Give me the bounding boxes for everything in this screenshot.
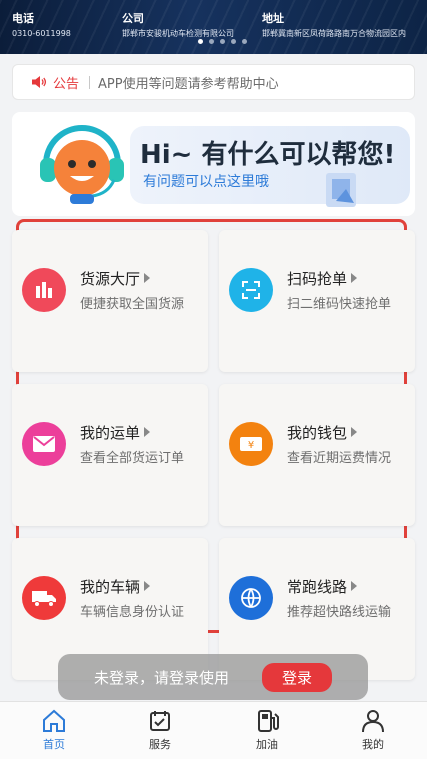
tab-label: 服务: [149, 738, 171, 751]
service-title: 我的车辆: [80, 576, 151, 597]
announcement-text[interactable]: APP使用等问题请参考帮助中心: [98, 73, 279, 92]
service-title: 扫码抢单: [287, 268, 358, 289]
envelope-icon: [22, 422, 66, 466]
address-label: 地址: [262, 12, 284, 25]
help-illustration-icon: [326, 173, 356, 207]
carousel-dot[interactable]: [209, 39, 214, 44]
user-icon: [362, 710, 384, 733]
service-subtitle: 扫二维码快速抢单: [287, 297, 392, 312]
scan-icon: [229, 268, 273, 312]
service-title: 货源大厅: [80, 268, 151, 289]
service-title: 我的运单: [80, 422, 151, 443]
phone-value: 0310-6011998: [12, 29, 71, 38]
tab-label: 我的: [362, 738, 384, 751]
service-subtitle: 便捷获取全国货源: [80, 297, 185, 312]
carousel-dot[interactable]: [198, 39, 203, 44]
tab-service[interactable]: 服务: [130, 708, 190, 752]
service-subtitle: 查看近期运费情况: [287, 451, 392, 466]
help-title: Hi~ 有什么可以帮您!: [140, 140, 396, 170]
cargo-hall-icon: [22, 268, 66, 312]
announcement-bar[interactable]: 公告 APP使用等问题请参考帮助中心: [12, 64, 415, 100]
service-card-scan-order[interactable]: 扫码抢单 扫二维码快速抢单: [219, 230, 415, 372]
customer-service-mascot-icon: [40, 125, 124, 204]
carousel-dot[interactable]: [220, 39, 225, 44]
announcement-tag: 公告: [53, 76, 80, 92]
home-icon: [43, 709, 65, 732]
fuel-icon: [258, 710, 279, 732]
service-card-my-waybill[interactable]: 我的运单 查看全部货运订单: [12, 384, 208, 526]
tab-label: 加油: [256, 738, 278, 751]
service-subtitle: 车辆信息身份认证: [80, 605, 185, 620]
bottom-tab-bar: 首页 服务 加油 我的: [0, 701, 427, 759]
service-icon: [150, 711, 170, 731]
phone-label: 电话: [12, 12, 34, 25]
carousel-dot[interactable]: [231, 39, 236, 44]
phone-block: 电话 0310-6011998: [12, 12, 71, 40]
help-subtitle[interactable]: 有问题可以点这里哦: [143, 171, 269, 191]
company-block: 公司 邯郸市安骏机动车检测有限公司: [122, 12, 234, 40]
login-button[interactable]: 登录: [262, 663, 332, 692]
tab-home[interactable]: 首页: [24, 708, 84, 752]
address-block: 地址 邯郸冀南新区凤荷路路南万合物流园区内: [262, 12, 406, 40]
login-prompt-toast: 未登录，请登录使用 登录: [58, 654, 368, 700]
speaker-icon: [32, 76, 47, 88]
help-center-banner[interactable]: Hi~ 有什么可以帮您! 有问题可以点这里哦: [12, 112, 415, 216]
tab-profile[interactable]: 我的: [343, 708, 403, 752]
login-prompt-text: 未登录，请登录使用: [94, 668, 230, 687]
company-label: 公司: [122, 12, 144, 25]
address-value: 邯郸冀南新区凤荷路路南万合物流园区内: [262, 29, 406, 38]
tab-fuel[interactable]: 加油: [237, 708, 297, 752]
truck-icon: [22, 576, 66, 620]
route-icon: [229, 576, 273, 620]
service-subtitle: 推荐超快路线运输: [287, 605, 392, 620]
top-info-banner[interactable]: 电话 0310-6011998 公司 邯郸市安骏机动车检测有限公司 地址 邯郸冀…: [0, 0, 427, 54]
tab-label: 首页: [43, 738, 65, 751]
service-title: 常跑线路: [287, 576, 358, 597]
service-title: 我的钱包: [287, 422, 358, 443]
wallet-icon: ¥: [229, 422, 273, 466]
carousel-dots[interactable]: [198, 39, 247, 44]
service-card-cargo-hall[interactable]: 货源大厅 便捷获取全国货源: [12, 230, 208, 372]
svg-text:¥: ¥: [248, 440, 254, 451]
service-card-my-wallet[interactable]: ¥ 我的钱包 查看近期运费情况: [219, 384, 415, 526]
service-subtitle: 查看全部货运订单: [80, 451, 185, 466]
divider: [89, 75, 91, 89]
carousel-dot[interactable]: [242, 39, 247, 44]
